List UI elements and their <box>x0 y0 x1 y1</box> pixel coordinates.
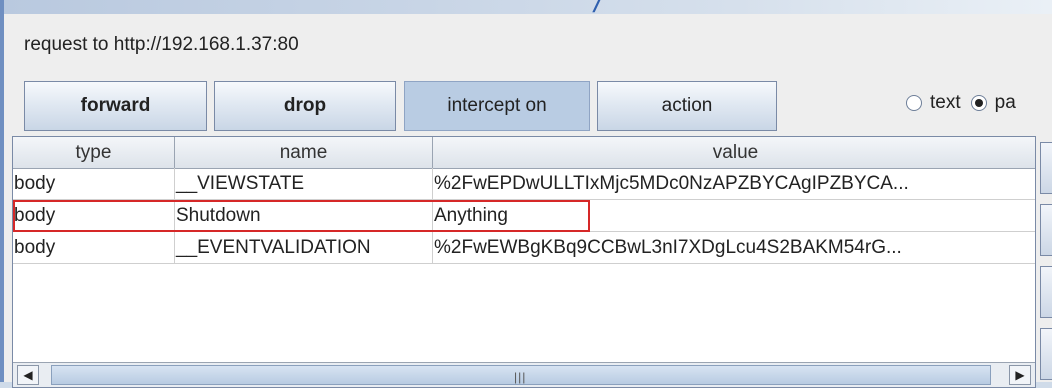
table-row[interactable]: body Shutdown Anything <box>13 200 1035 232</box>
column-header-name[interactable]: name <box>175 137 433 168</box>
horizontal-scrollbar[interactable]: ◀ ||| ▶ <box>13 362 1035 387</box>
text-radio-label: text <box>930 92 961 113</box>
drop-button[interactable]: drop <box>214 81 396 131</box>
request-label: request to http://192.168.1.37:80 <box>24 34 299 55</box>
scrollbar-thumb[interactable]: ||| <box>51 365 991 385</box>
cell-name[interactable]: __VIEWSTATE <box>175 168 433 200</box>
side-button-3[interactable] <box>1040 266 1052 318</box>
column-header-type[interactable]: type <box>13 137 175 168</box>
intercept-toggle-button[interactable]: intercept on <box>404 81 590 131</box>
params-radio-label: pa <box>994 92 1016 113</box>
text-radio[interactable] <box>906 95 922 111</box>
side-button-4[interactable] <box>1040 328 1052 380</box>
column-header-value[interactable]: value <box>433 137 1035 168</box>
top-banner: / <box>4 0 1052 19</box>
action-button[interactable]: action <box>597 81 777 131</box>
intercept-panel: request to http://192.168.1.37:80 forwar… <box>4 14 1052 388</box>
scroll-right-button[interactable]: ▶ <box>1009 365 1031 385</box>
table-row[interactable]: body __EVENTVALIDATION %2FwEWBgKBq9CCBwL… <box>13 232 1035 264</box>
cell-value[interactable]: Anything <box>433 200 1035 232</box>
cell-value[interactable]: %2FwEPDwULLTIxMjc5MDc0NzAPZBYCAgIPZBYCA.… <box>433 168 1035 200</box>
cell-name[interactable]: __EVENTVALIDATION <box>175 232 433 264</box>
cell-type[interactable]: body <box>13 200 175 232</box>
scroll-left-button[interactable]: ◀ <box>17 365 39 385</box>
side-button-1[interactable] <box>1040 142 1052 194</box>
params-table: type name value body __VIEWSTATE %2FwEPD… <box>12 136 1036 388</box>
params-radio[interactable] <box>970 95 987 111</box>
cell-name[interactable]: Shutdown <box>175 200 433 232</box>
table-row[interactable]: body __VIEWSTATE %2FwEPDwULLTIxMjc5MDc0N… <box>13 168 1035 200</box>
forward-button[interactable]: forward <box>24 81 207 131</box>
view-mode-radio-group: text pa <box>906 92 1026 114</box>
table-header: type name value <box>13 137 1035 169</box>
cell-type[interactable]: body <box>13 232 175 264</box>
cell-type[interactable]: body <box>13 168 175 200</box>
cell-value[interactable]: %2FwEWBgKBq9CCBwL3nI7XDgLcu4S2BAKM54rG..… <box>433 232 1035 264</box>
side-button-2[interactable] <box>1040 204 1052 256</box>
